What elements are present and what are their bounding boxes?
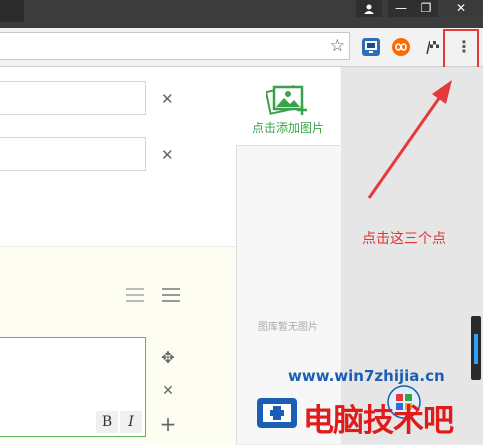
watermark-brand: 电脑技术吧 bbox=[303, 403, 454, 439]
scrollbar-thumb[interactable] bbox=[474, 334, 478, 364]
watermark-url: www.win7zhijia.cn bbox=[288, 367, 445, 385]
watermark-logo-icon bbox=[257, 398, 297, 428]
annotation-text: 点击这三个点 bbox=[362, 231, 446, 247]
